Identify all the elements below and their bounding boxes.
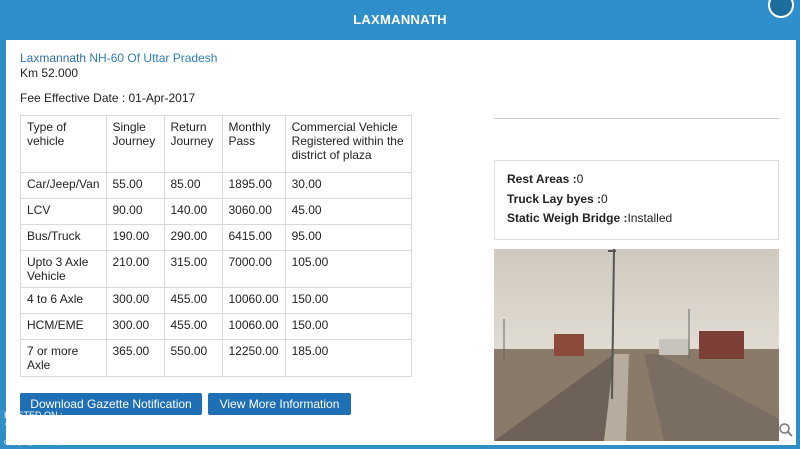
table-cell: HCM/EME (20, 313, 107, 340)
table-cell: 300.00 (105, 287, 165, 314)
table-row: HCM/EME 300.00 455.00 10060.00 150.00 (20, 313, 412, 340)
table-cell: 90.00 (105, 198, 165, 225)
table-cell: 185.00 (284, 339, 412, 377)
table-row: Bus/Truck 190.00 290.00 6415.00 95.00 (20, 224, 412, 251)
divider (494, 118, 779, 119)
plaza-name: Laxmannath (20, 51, 87, 65)
rest-areas-value: 0 (576, 172, 584, 186)
watermark-logo: Team-BHP.com (4, 420, 141, 440)
rest-areas-row: Rest Areas :0 (507, 172, 583, 186)
table-cell: 45.00 (284, 198, 412, 225)
table-cell: 95.00 (284, 224, 412, 251)
table-cell: 150.00 (284, 287, 412, 314)
table-cell: 10060.00 (221, 313, 286, 340)
table-cell: 6415.00 (221, 224, 286, 251)
modal-body: Laxmannath NH-60 Of Uttar Pradesh Km 52.… (6, 40, 796, 445)
table-cell: Car/Jeep/Van (20, 172, 107, 199)
table-cell: 315.00 (163, 250, 223, 288)
column-header: Single Journey (105, 115, 165, 173)
table-cell: 455.00 (163, 287, 223, 314)
plaza-photo (494, 249, 779, 441)
table-row: 4 to 6 Axle 300.00 455.00 10060.00 150.0… (20, 287, 412, 314)
table-cell: 210.00 (105, 250, 165, 288)
table-cell: 85.00 (163, 172, 223, 199)
table-header-row: Type of vehicle Single Journey Return Jo… (20, 115, 412, 173)
table-cell: 455.00 (163, 313, 223, 340)
table-row: Upto 3 Axle Vehicle 210.00 315.00 7000.0… (20, 250, 412, 288)
table-cell: 300.00 (105, 313, 165, 340)
plaza-highway: NH-60 Of Uttar Pradesh (89, 51, 218, 65)
view-more-info-button[interactable]: View More Information (208, 393, 351, 415)
column-header: Commercial Vehicle Registered within the… (284, 115, 412, 173)
table-cell: 1895.00 (221, 172, 286, 199)
table-row: 7 or more Axle 365.00 550.00 12250.00 18… (20, 339, 412, 377)
weigh-bridge-value: Installed (627, 211, 673, 225)
truck-lay-value: 0 (601, 192, 608, 206)
plaza-title: Laxmannath NH-60 Of Uttar Pradesh (20, 51, 217, 65)
watermark-hosted: HOSTED ON : (4, 410, 63, 420)
table-cell: 4 to 6 Axle (20, 287, 107, 314)
table-cell: 10060.00 (221, 287, 286, 314)
table-cell: 150.00 (284, 313, 412, 340)
table-cell: 290.00 (163, 224, 223, 251)
table-cell: LCV (20, 198, 107, 225)
table-cell: Bus/Truck (20, 224, 107, 251)
table-cell: 3060.00 (221, 198, 286, 225)
facilities-box: Rest Areas :0 Truck Lay byes :0 Static W… (494, 160, 779, 240)
fee-effective-date: Fee Effective Date : 01-Apr-2017 (20, 91, 196, 105)
table-cell: 365.00 (105, 339, 165, 377)
table-cell: 140.00 (163, 198, 223, 225)
column-header: Type of vehicle (20, 115, 107, 173)
table-cell: 12250.00 (221, 339, 286, 377)
zoom-icon[interactable] (778, 422, 794, 443)
table-cell: Upto 3 Axle Vehicle (20, 250, 107, 288)
column-header: Return Journey (163, 115, 223, 173)
table-cell: 550.00 (163, 339, 223, 377)
table-cell: 30.00 (284, 172, 412, 199)
table-row: Car/Jeep/Van 55.00 85.00 1895.00 30.00 (20, 172, 412, 199)
table-cell: 55.00 (105, 172, 165, 199)
table-cell: 190.00 (105, 224, 165, 251)
truck-lay-row: Truck Lay byes :0 (507, 192, 608, 206)
watermark-subtext: copyright respective owners (4, 439, 118, 446)
rest-areas-label: Rest Areas : (507, 172, 577, 186)
plaza-photo-image (494, 249, 779, 441)
modal-header: LAXMANNATH (0, 0, 800, 40)
weigh-bridge-label: Static Weigh Bridge : (507, 211, 628, 225)
table-cell: 7 or more Axle (20, 339, 107, 377)
close-button[interactable] (768, 0, 794, 18)
modal-title: LAXMANNATH (353, 12, 447, 27)
plaza-km: Km 52.000 (20, 66, 79, 80)
weigh-bridge-row: Static Weigh Bridge :Installed (507, 211, 672, 225)
column-header: Monthly Pass (221, 115, 286, 173)
table-row: LCV 90.00 140.00 3060.00 45.00 (20, 198, 412, 225)
table-cell: 105.00 (284, 250, 412, 288)
truck-lay-label: Truck Lay byes : (507, 192, 602, 206)
table-cell: 7000.00 (221, 250, 286, 288)
fee-table: Type of vehicle Single Journey Return Jo… (20, 115, 412, 377)
